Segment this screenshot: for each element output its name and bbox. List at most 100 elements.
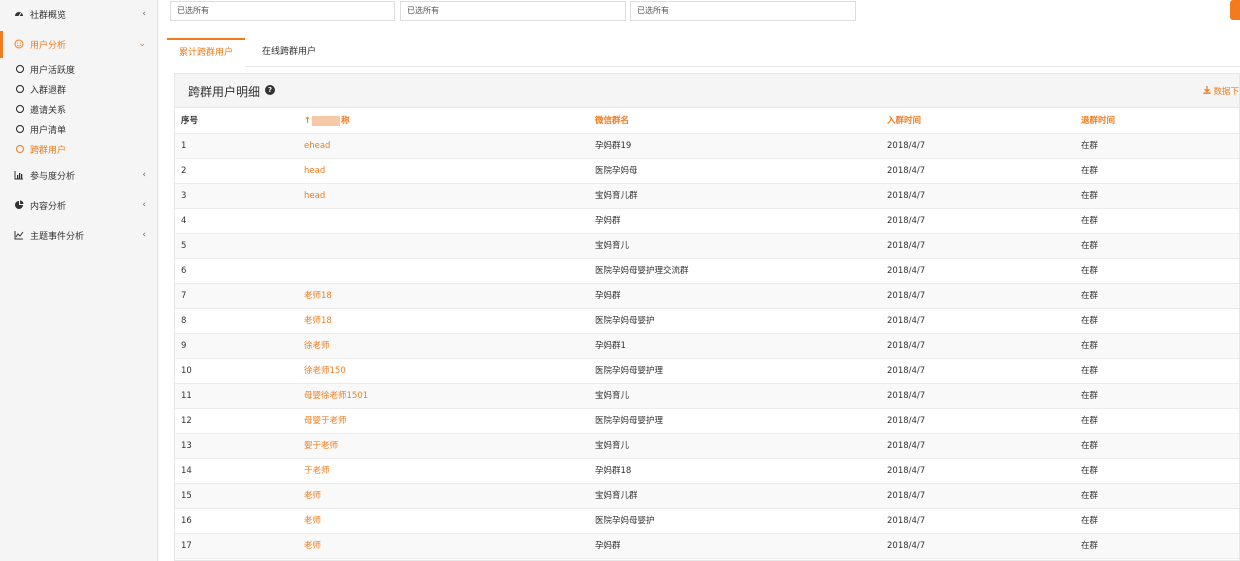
cell-leave-time: 在群 xyxy=(1081,441,1099,451)
circle-icon xyxy=(16,145,24,153)
cell-join-time: 2018/4/7 xyxy=(887,291,926,301)
chevron-left-icon: ‹ xyxy=(142,9,146,19)
table-row: 1 ehead 孕妈群19 2018/4/7 在群 xyxy=(175,134,1239,159)
cell-index: 6 xyxy=(181,266,187,276)
sub-item-cross-group-users[interactable]: 跨群用户 xyxy=(0,140,158,158)
cell-join-time: 2018/4/7 xyxy=(887,266,926,276)
cell-leave-time: 在群 xyxy=(1081,166,1099,176)
cell-group-name: 医院孕妈母婴护理交流群 xyxy=(595,266,689,276)
nav-item-community-overview[interactable]: 社群概览 ‹ xyxy=(0,3,158,25)
cell-nickname[interactable]: 母婴于老师 xyxy=(304,409,589,434)
sub-item-invite-relation[interactable]: 邀请关系 xyxy=(0,100,158,118)
filter-select-2[interactable]: 已选所有 xyxy=(400,1,626,21)
cell-index: 9 xyxy=(181,341,187,351)
cell-nickname[interactable]: 徐老师150 xyxy=(304,359,589,384)
header-leave-time[interactable]: 退群时间 xyxy=(1081,109,1240,134)
cell-nickname[interactable]: head xyxy=(304,159,589,184)
cell-leave-time: 在群 xyxy=(1081,341,1099,351)
cell-nickname[interactable]: head xyxy=(304,184,589,209)
cell-nickname[interactable]: 老师 xyxy=(304,534,589,559)
nav-item-label: 社群概览 xyxy=(30,10,67,21)
header-join-time[interactable]: 入群时间 xyxy=(887,109,1077,134)
cell-group-name: 宝妈育儿 xyxy=(595,241,630,251)
nav-item-user-analysis[interactable]: 用户分析 ⌄ xyxy=(0,33,158,55)
cell-join-time: 2018/4/7 xyxy=(887,416,926,426)
pie-chart-icon xyxy=(14,200,24,210)
smile-icon xyxy=(14,39,24,49)
header-wechat-group-name[interactable]: 微信群名 xyxy=(595,109,880,134)
cell-leave-time: 在群 xyxy=(1081,216,1099,226)
cell-index: 10 xyxy=(181,366,192,376)
cell-index: 14 xyxy=(181,466,192,476)
sub-item-user-list[interactable]: 用户清单 xyxy=(0,120,158,138)
cell-nickname[interactable] xyxy=(304,259,589,284)
circle-icon xyxy=(16,85,24,93)
cell-leave-time: 在群 xyxy=(1081,191,1099,201)
cross-group-users-panel: 跨群用户明细 ? 数据下 序号 ↑ 称 微信群名 入群时间 退群时间 1 ehead… xyxy=(174,73,1240,561)
cell-join-time: 2018/4/7 xyxy=(887,216,926,226)
panel-title: 跨群用户明细 xyxy=(188,85,261,99)
action-button[interactable] xyxy=(1230,0,1240,20)
cell-nickname[interactable]: 婴于老师 xyxy=(304,434,589,459)
cell-index: 2 xyxy=(181,166,187,176)
nav-item-label: 参与度分析 xyxy=(30,171,76,182)
nav-item-content-analysis[interactable]: 内容分析 ‹ xyxy=(0,194,158,216)
cell-leave-time: 在群 xyxy=(1081,541,1099,551)
cell-index: 1 xyxy=(181,141,187,151)
table-row: 12 母婴于老师 医院孕妈母婴护理 2018/4/7 在群 xyxy=(175,409,1239,434)
cell-nickname[interactable]: 老师 xyxy=(304,484,589,509)
cell-nickname[interactable]: 老师18 xyxy=(304,309,589,334)
filter-select-1[interactable]: 已选所有 xyxy=(170,1,395,21)
tab-bar: 累计跨群用户 在线跨群用户 xyxy=(167,38,1240,67)
cell-nickname[interactable]: 于老师 xyxy=(304,459,589,484)
cell-group-name: 宝妈育儿 xyxy=(595,391,630,401)
cell-index: 12 xyxy=(181,416,192,426)
cell-leave-time: 在群 xyxy=(1081,366,1099,376)
cell-index: 13 xyxy=(181,441,192,451)
cell-join-time: 2018/4/7 xyxy=(887,366,926,376)
table-row: 2 head 医院孕妈母 2018/4/7 在群 xyxy=(175,159,1239,184)
cell-nickname[interactable] xyxy=(304,209,589,234)
sub-item-user-activity[interactable]: 用户活跃度 xyxy=(0,60,158,78)
circle-icon xyxy=(16,65,24,73)
cell-group-name: 孕妈群19 xyxy=(595,141,632,151)
export-data-button[interactable]: 数据下 xyxy=(1203,85,1239,97)
table-row: 9 徐老师 孕妈群1 2018/4/7 在群 xyxy=(175,334,1239,359)
panel-header: 跨群用户明细 ? 数据下 xyxy=(175,74,1239,108)
sub-item-join-leave[interactable]: 入群退群 xyxy=(0,80,158,98)
cell-index: 16 xyxy=(181,516,192,526)
table-row: 13 婴于老师 宝妈育儿 2018/4/7 在群 xyxy=(175,434,1239,459)
cell-join-time: 2018/4/7 xyxy=(887,516,926,526)
cell-index: 15 xyxy=(181,491,192,501)
cell-nickname[interactable]: 老师18 xyxy=(304,284,589,309)
nav-item-topic-event-analysis[interactable]: 主题事件分析 ‹ xyxy=(0,224,158,246)
cell-leave-time: 在群 xyxy=(1081,491,1099,501)
cell-leave-time: 在群 xyxy=(1081,291,1099,301)
chevron-left-icon: ‹ xyxy=(142,230,146,240)
header-nickname[interactable]: ↑ 称 xyxy=(304,109,589,134)
cell-nickname[interactable]: 老师 xyxy=(304,509,589,534)
line-chart-icon xyxy=(14,230,24,240)
table-row: 5 宝妈育儿 2018/4/7 在群 xyxy=(175,234,1239,259)
cell-group-name: 医院孕妈母婴护理 xyxy=(595,416,664,426)
chevron-left-icon: ‹ xyxy=(142,200,146,210)
cell-group-name: 孕妈群 xyxy=(595,216,621,226)
nav-item-engagement-analysis[interactable]: 参与度分析 ‹ xyxy=(0,164,158,186)
header-index: 序号 xyxy=(181,116,199,126)
cell-join-time: 2018/4/7 xyxy=(887,191,926,201)
cell-group-name: 医院孕妈母婴护 xyxy=(595,316,655,326)
filter-select-3[interactable]: 已选所有 xyxy=(630,1,856,21)
tab-cumulative-cross-group-users[interactable]: 累计跨群用户 xyxy=(167,38,245,67)
cell-nickname[interactable]: 母婴徐老师1501 xyxy=(304,384,589,409)
cell-nickname[interactable]: ehead xyxy=(304,134,589,159)
table-row: 15 老师 宝妈育儿群 2018/4/7 在群 xyxy=(175,484,1239,509)
tab-online-cross-group-users[interactable]: 在线跨群用户 xyxy=(251,38,327,67)
cell-nickname[interactable]: 徐老师 xyxy=(304,334,589,359)
cell-nickname[interactable] xyxy=(304,234,589,259)
circle-icon xyxy=(16,105,24,113)
question-circle-icon[interactable]: ? xyxy=(265,85,275,95)
cell-index: 17 xyxy=(181,541,192,551)
cell-index: 4 xyxy=(181,216,187,226)
cell-join-time: 2018/4/7 xyxy=(887,466,926,476)
cell-join-time: 2018/4/7 xyxy=(887,541,926,551)
